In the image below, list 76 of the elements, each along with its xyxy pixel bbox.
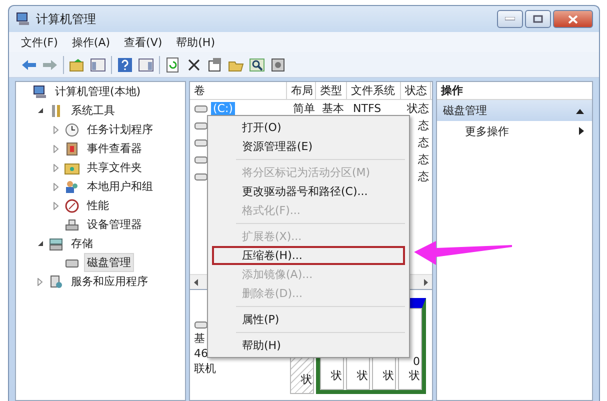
computer-icon [15, 11, 31, 27]
collapse-arrow-icon [576, 108, 584, 114]
tree-item[interactable]: 计算机管理(本地) [52, 82, 144, 101]
table-cell-text: 态 [417, 118, 430, 133]
table-cell-text: 简单 [292, 101, 316, 116]
collapsed-arrow-icon[interactable] [53, 182, 59, 190]
properties-icon[interactable] [207, 56, 223, 72]
tree-item[interactable]: 本地用户和组 [84, 177, 156, 196]
submenu-arrow-icon [579, 127, 584, 135]
menu-item[interactable]: 帮助(H) [176, 34, 215, 50]
close-icon [568, 14, 578, 24]
drive-icon [194, 104, 208, 114]
expanded-arrow-icon[interactable] [36, 240, 44, 247]
pane-icon[interactable] [90, 56, 106, 72]
users-icon [64, 178, 80, 194]
tree-item[interactable]: 共享文件夹 [84, 158, 145, 177]
tree-item[interactable]: 任务计划程序 [84, 120, 156, 139]
table-cell-text: 态 [417, 135, 430, 150]
tree-item[interactable]: 磁盘管理 [84, 253, 134, 272]
table-cell-text: 态 [417, 169, 430, 184]
collapsed-arrow-icon[interactable] [53, 202, 59, 210]
services-icon [48, 274, 64, 290]
search-icon[interactable] [249, 56, 265, 72]
scroll-left-icon[interactable] [194, 278, 199, 286]
close-button[interactable] [553, 10, 593, 28]
table-cell-text: 基本 [321, 101, 345, 116]
menu-item[interactable]: 文件(F) [21, 34, 58, 50]
minimize-icon [505, 17, 515, 21]
column-header[interactable]: 卷 [190, 82, 287, 99]
maximize-icon [533, 15, 543, 23]
settings-icon[interactable] [270, 56, 286, 72]
disk-info-text: 联机 [194, 361, 216, 376]
tree-item[interactable]: 设备管理器 [84, 215, 145, 234]
log-icon [64, 140, 80, 156]
refresh-icon[interactable] [165, 56, 181, 72]
table-cell-text: NTFS [352, 102, 382, 115]
pane-icon[interactable] [138, 56, 154, 72]
context-menu-item[interactable]: 压缩卷(H)... [212, 246, 405, 265]
table-cell-text: 状态 [406, 101, 430, 116]
tree-item[interactable]: 存储 [68, 234, 96, 253]
disk-info-text: 46 [194, 347, 208, 360]
delete-icon[interactable] [186, 56, 202, 72]
minimize-button[interactable] [497, 10, 523, 28]
tree-item[interactable]: 服务和应用程序 [68, 272, 151, 291]
column-header[interactable]: 类型 [316, 82, 347, 99]
column-header[interactable]: 文件系统 [347, 82, 401, 99]
menu-item[interactable]: 查看(V) [124, 34, 162, 50]
collapsed-arrow-icon[interactable] [53, 164, 59, 172]
maximize-button[interactable] [525, 10, 551, 28]
menu-item[interactable]: 操作(A) [72, 34, 110, 50]
context-menu-item[interactable]: 资源管理器(E) [212, 137, 405, 156]
folder-up-icon[interactable] [69, 56, 85, 72]
device-icon [64, 216, 80, 232]
computer-icon [32, 84, 48, 100]
table-cell-text: 态 [417, 152, 430, 167]
collapsed-arrow-icon[interactable] [53, 144, 59, 152]
tree-item[interactable]: 性能 [84, 196, 112, 215]
column-header[interactable]: 状态 [401, 82, 431, 99]
window-title: 计算机管理 [36, 10, 96, 28]
disk-info-text: 基 [194, 331, 205, 346]
actions-section[interactable]: 磁盘管理 [437, 100, 592, 121]
context-menu-item[interactable]: 更改驱动器号和路径(C)... [212, 182, 405, 201]
help-icon[interactable] [117, 56, 133, 72]
tree-item[interactable]: 事件查看器 [84, 139, 145, 158]
table-cell: (C:) [211, 102, 235, 115]
collapsed-arrow-icon[interactable] [53, 126, 59, 134]
column-header[interactable]: 布局 [287, 82, 316, 99]
tree-item[interactable]: 系统工具 [68, 101, 118, 120]
collapsed-arrow-icon[interactable] [37, 278, 43, 286]
context-menu-item[interactable]: 打开(O) [212, 118, 405, 137]
storage-icon [48, 236, 64, 252]
scroll-right-icon[interactable] [423, 278, 428, 286]
clock-icon [64, 122, 80, 138]
action-item[interactable]: 更多操作 [437, 121, 592, 141]
expanded-arrow-icon[interactable] [36, 107, 44, 114]
gauge-icon [64, 198, 80, 214]
